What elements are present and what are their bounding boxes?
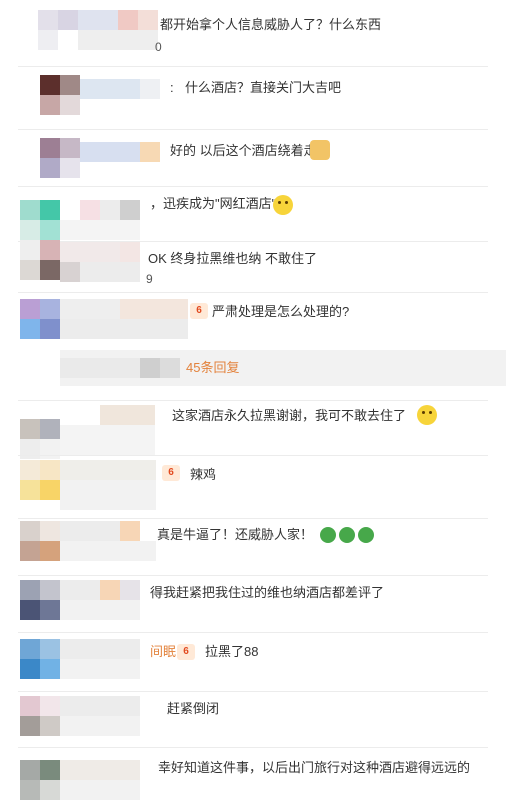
comment-text: 幸好知道这件事，以后出门旅行对这种酒店避得远远的: [158, 760, 471, 775]
username-pixelated: [60, 242, 150, 282]
divider: [18, 292, 488, 293]
green-face-icon: [339, 527, 355, 543]
avatar[interactable]: [20, 299, 60, 339]
comment-text: 拉黑了88: [205, 644, 259, 659]
username-pixelated: [60, 460, 156, 510]
comment-text: 辣鸡: [190, 467, 217, 482]
avatar[interactable]: [20, 696, 60, 736]
avatar[interactable]: [20, 760, 60, 800]
comment-text: OK 终身拉黑维也纳 不敢住了: [148, 251, 318, 266]
comment-text: ，迅疾成为"网红酒店"了: [150, 196, 290, 211]
smile-emoji-icon: [273, 195, 293, 215]
comment-text: 这家酒店永久拉黑谢谢，我可不敢去住了: [172, 408, 407, 423]
comment-8: 6 辣鸡: [0, 456, 506, 519]
comment-12: 赶紧倒闭: [0, 692, 506, 748]
avatar[interactable]: [20, 200, 60, 240]
username-pixelated: [38, 10, 158, 58]
comment-meta: 0: [155, 40, 162, 54]
username-pixelated: [60, 299, 188, 339]
comment-4: ，迅疾成为"网红酒店"了: [0, 187, 506, 242]
smile-emoji-icon: [417, 405, 437, 425]
comment-text: 赶紧倒闭: [167, 701, 220, 716]
avatar[interactable]: [20, 580, 60, 620]
comment-2: : 什么酒店？直接关门大吉吧: [0, 67, 506, 130]
reply-count-link[interactable]: 45条回复: [186, 359, 239, 377]
avatar[interactable]: [40, 75, 80, 115]
comment-text: 严肃处理是怎么处理的?: [212, 304, 350, 319]
clap-emoji-icon: [310, 140, 330, 160]
comment-5: OK 终身拉黑维也纳 不敢住了 9: [0, 240, 506, 294]
comment-text: 好的 以后这个酒店绕着走: [170, 143, 317, 158]
username-pixelated: [60, 696, 150, 736]
comment-6: 6 严肃处理是怎么处理的?: [0, 295, 506, 350]
username-pixelated: [60, 200, 150, 240]
green-face-icon: [358, 527, 374, 543]
avatar[interactable]: [20, 460, 60, 500]
comment-1: 都开始拿个人信息威胁人了？什么东西 0: [0, 0, 506, 67]
username-pixelated: [60, 639, 150, 679]
avatar[interactable]: [40, 138, 80, 178]
vip-badge: 6: [177, 644, 195, 660]
green-face-icon: [320, 527, 336, 543]
comment-meta: 9: [146, 272, 153, 286]
comment-text: 真是牛逼了！还威胁人家！: [157, 527, 314, 542]
avatar[interactable]: [20, 521, 60, 561]
username-pixelated: [60, 760, 150, 800]
comment-13: 幸好知道这件事，以后出门旅行对这种酒店避得远远的: [0, 748, 506, 810]
vip-badge: 6: [162, 465, 180, 481]
username-pixelated: [60, 521, 156, 561]
comment-prefix: :: [170, 80, 174, 95]
avatar[interactable]: [20, 240, 60, 280]
avatar[interactable]: [20, 419, 60, 459]
comment-7: 这家酒店永久拉黑谢谢，我可不敢去住了: [0, 401, 506, 459]
username-pixelated: [60, 405, 155, 455]
username-pixelated: [80, 142, 160, 162]
username-pixelated: [60, 580, 150, 620]
vip-badge: 6: [190, 303, 208, 319]
comment-text: 得我赶紧把我住过的维也纳酒店都差评了: [150, 585, 385, 600]
comment-text: 什么酒店？直接关门大吉吧: [185, 80, 342, 95]
username-pixelated: [80, 79, 170, 99]
username-pixelated: [60, 358, 184, 378]
reply-summary-bar[interactable]: 45条回复: [60, 350, 506, 386]
comment-9: 真是牛逼了！还威胁人家！: [0, 519, 506, 576]
avatar[interactable]: [20, 639, 60, 679]
comment-3: 好的 以后这个酒店绕着走: [0, 130, 506, 190]
comment-text: 都开始拿个人信息威胁人了？什么东西: [160, 17, 382, 32]
comment-10: 得我赶紧把我住过的维也纳酒店都差评了: [0, 576, 506, 633]
comment-prefix: 间眠: [150, 644, 177, 659]
comment-11: 间眠 6 拉黑了88: [0, 633, 506, 692]
